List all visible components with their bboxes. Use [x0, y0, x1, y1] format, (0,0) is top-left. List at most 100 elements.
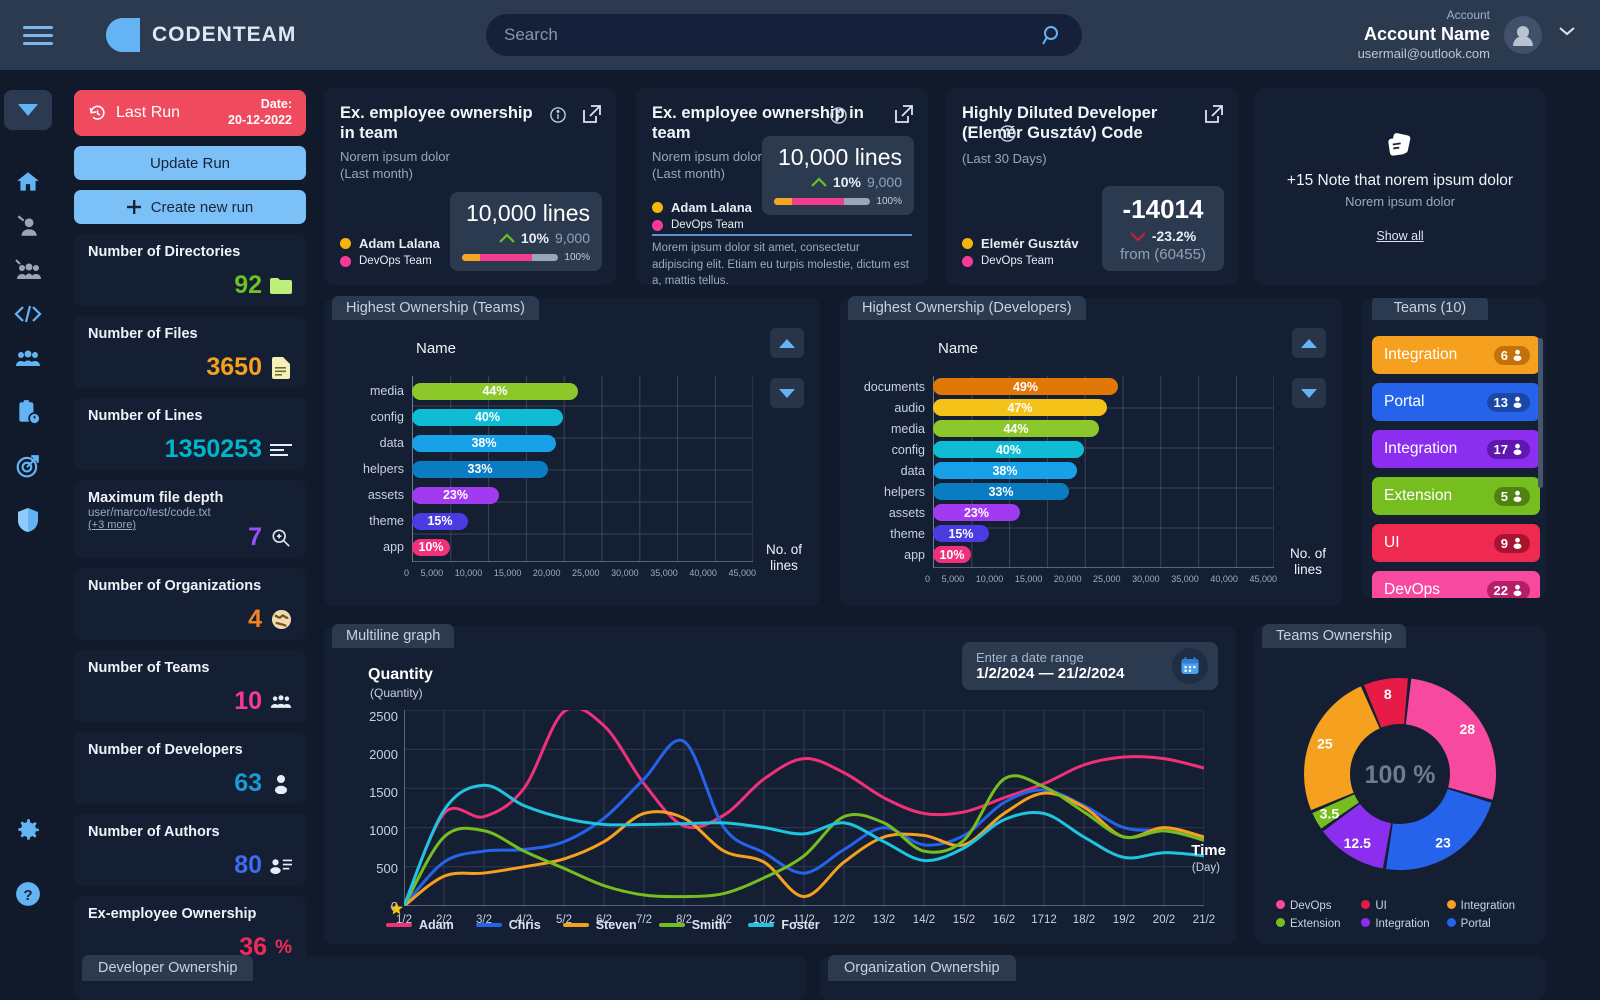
- legend-item[interactable]: Integration: [1361, 918, 1442, 930]
- create-new-run-button[interactable]: Create new run: [74, 190, 306, 224]
- team-row[interactable]: Portal 13: [1372, 383, 1540, 421]
- legend-item[interactable]: Extension: [1276, 918, 1357, 930]
- stat-card-developers[interactable]: Number of Developers 63: [74, 732, 306, 804]
- stat-title: Number of Organizations: [88, 578, 262, 594]
- question-icon: ?: [16, 882, 40, 906]
- stat-card-files[interactable]: Number of Files 3650: [74, 316, 306, 388]
- legend-item[interactable]: Integration: [1446, 900, 1528, 912]
- notes-card: +15 Note that norem ipsum dolor Norem ip…: [1254, 88, 1546, 285]
- rail-item-collapse-toggle[interactable]: [4, 90, 52, 130]
- search-input[interactable]: [504, 25, 1040, 45]
- zoom-in-icon[interactable]: [270, 527, 292, 549]
- panel-developer-ownership: Developer Ownership: [74, 955, 806, 1000]
- team-row[interactable]: Extension 5: [1372, 477, 1540, 515]
- kpi-card-ex-employee-2: Ex. employee ownership in team Norem ips…: [636, 88, 928, 287]
- scroll-up-button[interactable]: [1292, 328, 1326, 358]
- legend-item-smith[interactable]: Smith: [658, 918, 726, 932]
- kpi-delta: 10%: [520, 230, 549, 246]
- x-tick: 25,000: [1093, 574, 1121, 584]
- x-tick: 5,000: [420, 568, 444, 578]
- rail-item-developer[interactable]: [0, 202, 56, 250]
- search-bar[interactable]: [486, 14, 1082, 56]
- bar-value-label: 38%: [933, 462, 1077, 479]
- team-row[interactable]: DevOps 22: [1372, 571, 1540, 598]
- calendar-icon: [1181, 657, 1199, 674]
- rail-item-home[interactable]: [0, 158, 56, 206]
- open-external-icon[interactable]: [582, 104, 602, 124]
- last-run-label: Last Run: [116, 104, 181, 121]
- team-count-badge: 9: [1493, 533, 1530, 553]
- panel-teams: Teams (10) Integration 6 Portal 13 Integra…: [1362, 298, 1546, 598]
- rail-item-groups[interactable]: [0, 334, 56, 382]
- legend-item-chris[interactable]: Chris: [475, 918, 541, 932]
- rail-item-help[interactable]: ?: [0, 870, 56, 918]
- date-range-picker[interactable]: Enter a date range 1/2/2024 — 21/2/2024: [962, 642, 1218, 690]
- legend-swatch: [748, 923, 775, 927]
- scroll-up-button[interactable]: [770, 328, 804, 358]
- open-external-icon[interactable]: [1204, 104, 1224, 124]
- donut-slice[interactable]: [1386, 789, 1492, 870]
- legend-item[interactable]: UI: [1361, 900, 1442, 912]
- info-icon[interactable]: [830, 107, 847, 124]
- rail-item-code[interactable]: [0, 290, 56, 338]
- stat-card-directories[interactable]: Number of Directories 92: [74, 234, 306, 306]
- avatar[interactable]: [1504, 16, 1542, 54]
- legend-item-adam[interactable]: Adam: [386, 902, 454, 932]
- stat-value: 7: [248, 523, 262, 551]
- update-run-button[interactable]: Update Run: [74, 146, 306, 180]
- last-run-button[interactable]: Last Run Date: 20-12-2022: [74, 90, 306, 136]
- scroll-down-button[interactable]: [1292, 378, 1326, 408]
- notes-show-all-link[interactable]: Show all: [1376, 229, 1423, 243]
- donut-slice[interactable]: [1304, 686, 1380, 811]
- kpi-prev: 9,000: [866, 174, 902, 190]
- y-tick: 500: [376, 861, 398, 876]
- panel-highest-ownership-teams: Highest Ownership (Teams) Name media 44% …: [324, 296, 820, 606]
- x-tick: 10,000: [975, 574, 1004, 584]
- bar-category-label: media: [369, 384, 404, 398]
- panel-title[interactable]: Developer Ownership: [82, 955, 254, 981]
- info-icon[interactable]: [999, 125, 1016, 142]
- team-row[interactable]: UI 9: [1372, 524, 1540, 562]
- progress-segment-1: [462, 254, 480, 261]
- team-count-badge: 13: [1486, 392, 1530, 412]
- stat-card-teams[interactable]: Number of Teams 10: [74, 650, 306, 722]
- home-icon: [17, 172, 39, 191]
- stat-card-authors[interactable]: Number of Authors 80: [74, 814, 306, 886]
- panel-title[interactable]: Organization Ownership: [828, 955, 1016, 981]
- person-icon: [1513, 349, 1522, 361]
- team-row[interactable]: Integration 6: [1372, 336, 1540, 374]
- stat-unit: %: [275, 937, 292, 958]
- account-chevron-down-icon[interactable]: [1558, 26, 1576, 36]
- legend-item-foster[interactable]: Foster: [748, 918, 820, 932]
- brand-logo[interactable]: CODENTEAM: [106, 18, 296, 52]
- kpi-prev: from (60455): [1120, 246, 1206, 263]
- stat-card-organizations[interactable]: Number of Organizations 4: [74, 568, 306, 640]
- rail-item-teams-add[interactable]: [0, 246, 56, 294]
- kpi-legend-label: DevOps Team: [359, 255, 432, 267]
- rail-item-settings[interactable]: [0, 806, 56, 854]
- chevron-down-icon: [1301, 388, 1317, 398]
- scroll-down-button[interactable]: [770, 378, 804, 408]
- x-tick: 15,000: [1014, 574, 1043, 584]
- account-name: Account Name: [1363, 24, 1490, 44]
- legend-item[interactable]: Portal: [1446, 918, 1528, 930]
- team-label: Integration: [1384, 440, 1458, 457]
- bar-value-label: 10%: [933, 546, 971, 563]
- calendar-button[interactable]: [1172, 648, 1208, 684]
- rail-item-reports[interactable]: [0, 388, 56, 436]
- rail-item-targets[interactable]: [0, 442, 56, 490]
- bar-value-label: 38%: [412, 434, 556, 452]
- menu-toggle-button[interactable]: [16, 13, 60, 57]
- stat-card-max-file-depth[interactable]: Maximum file depth user/marco/test/code.…: [74, 480, 306, 558]
- legend-item[interactable]: DevOps: [1276, 900, 1357, 912]
- stat-card-lines[interactable]: Number of Lines 1350253: [74, 398, 306, 470]
- bar-value-label: 40%: [412, 408, 563, 426]
- team-row[interactable]: Integration 17: [1372, 430, 1540, 468]
- progress-segment-2: [792, 198, 844, 205]
- scrollbar-thumb[interactable]: [1538, 338, 1543, 488]
- rail-item-security[interactable]: [0, 496, 56, 544]
- search-icon[interactable]: [1040, 23, 1064, 47]
- info-icon[interactable]: [550, 107, 566, 123]
- legend-item-steven[interactable]: Steven: [562, 918, 637, 932]
- open-external-icon[interactable]: [894, 104, 914, 124]
